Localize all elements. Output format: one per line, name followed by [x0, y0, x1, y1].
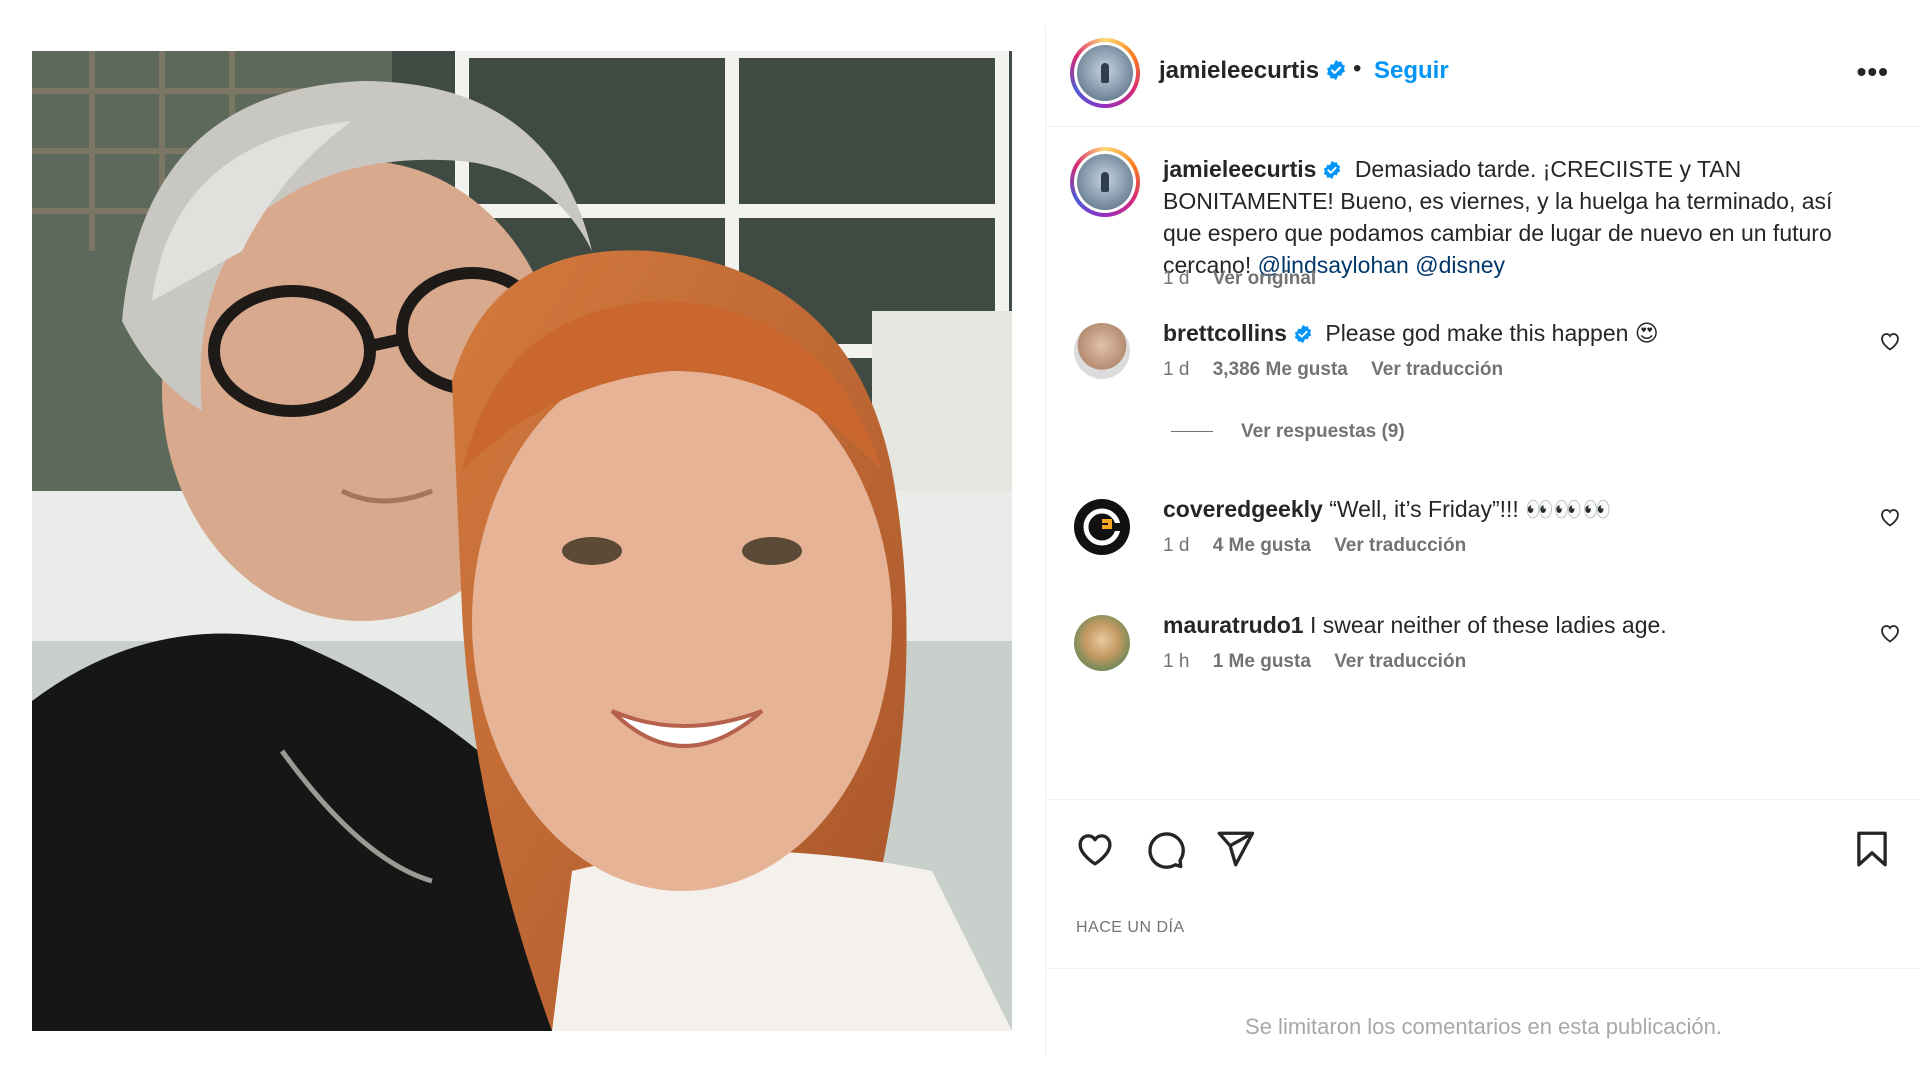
comment-like-heart-icon[interactable]: [1878, 329, 1902, 353]
comment-time: 1 d: [1163, 535, 1190, 556]
separator-dot: •: [1353, 55, 1362, 82]
comment-text-block: coveredgeekly “Well, it’s Friday”!!! 👀👀👀: [1163, 493, 1853, 525]
comment-text: I swear neither of these ladies age.: [1309, 612, 1667, 638]
verified-badge-icon: [1294, 324, 1312, 344]
verified-badge-icon: [1324, 160, 1341, 180]
author-username[interactable]: jamieleecurtis: [1159, 57, 1347, 85]
comment-time: 1 d: [1163, 359, 1190, 380]
caption-text-block: jamieleecurtis Demasiado tarde. ¡CRECIIS…: [1163, 153, 1853, 281]
commenter-avatar[interactable]: [1074, 323, 1130, 379]
coveredgeekly-logo-icon: [1083, 508, 1122, 546]
comment-text-block: brettcollins Please god make this happen…: [1163, 317, 1853, 349]
comment-text: “Well, it’s Friday”!!! 👀👀👀: [1329, 496, 1612, 522]
post-sidebar: jamieleecurtis • Seguir ••• jamieleecurt…: [1045, 26, 1920, 1056]
comment-likes[interactable]: 4 Me gusta: [1213, 535, 1311, 556]
comments-footer: Se limitaron los comentarios en esta pub…: [1046, 968, 1920, 1057]
view-replies-button[interactable]: Ver respuestas (9): [1171, 421, 1405, 443]
caption-author-avatar[interactable]: [1070, 147, 1140, 217]
comment-likes[interactable]: 3,386 Me gusta: [1213, 359, 1348, 380]
post-photo[interactable]: [32, 51, 1012, 1031]
author-avatar[interactable]: [1070, 38, 1140, 108]
replies-line: [1171, 431, 1213, 433]
limited-comments-notice: Se limitaron los comentarios en esta pub…: [1245, 1014, 1722, 1039]
translate-button[interactable]: Ver traducción: [1334, 535, 1466, 556]
post-time-ago[interactable]: HACE UN DÍA: [1076, 919, 1185, 937]
comment-text-block: mauratrudo1 I swear neither of these lad…: [1163, 609, 1853, 641]
comments-section[interactable]: jamieleecurtis Demasiado tarde. ¡CRECIIS…: [1046, 127, 1920, 800]
comment-username[interactable]: coveredgeekly: [1163, 496, 1323, 522]
translate-button[interactable]: Ver traducción: [1371, 359, 1503, 380]
comment-username[interactable]: mauratrudo1: [1163, 612, 1304, 638]
view-replies-label[interactable]: Ver respuestas (9): [1241, 421, 1405, 442]
caption-meta: 1 d Ver original: [1163, 268, 1334, 290]
comment-like-heart-icon[interactable]: [1878, 505, 1902, 529]
caption-username[interactable]: jamieleecurtis: [1163, 156, 1316, 182]
mention-disney[interactable]: @disney: [1415, 252, 1505, 278]
commenter-avatar[interactable]: [1074, 615, 1130, 671]
comment-like-heart-icon[interactable]: [1878, 621, 1902, 645]
commenter-avatar[interactable]: [1074, 499, 1130, 555]
more-options-icon[interactable]: •••: [1857, 56, 1889, 88]
heart-icon[interactable]: [1074, 828, 1116, 870]
action-bar: [1046, 800, 1920, 890]
verified-badge-icon: [1327, 59, 1346, 81]
comment-username[interactable]: brettcollins: [1163, 320, 1287, 346]
paper-plane-icon[interactable]: [1214, 828, 1256, 870]
bookmark-icon[interactable]: [1851, 828, 1893, 870]
selfie-image: [32, 51, 1012, 1031]
comment-time: 1 h: [1163, 651, 1190, 672]
translate-button[interactable]: Ver traducción: [1334, 651, 1466, 672]
author-username-text[interactable]: jamieleecurtis: [1159, 57, 1319, 84]
comment-meta: 1 d 3,386 Me gusta Ver traducción: [1163, 359, 1521, 381]
comment-text: Please god make this happen 😍: [1325, 320, 1659, 346]
comment-meta: 1 h 1 Me gusta Ver traducción: [1163, 651, 1484, 673]
comment-icon[interactable]: [1144, 828, 1186, 870]
follow-button[interactable]: Seguir: [1374, 57, 1449, 85]
post-header: jamieleecurtis • Seguir •••: [1046, 26, 1920, 127]
comment-likes[interactable]: 1 Me gusta: [1213, 651, 1311, 672]
caption-time: 1 d: [1163, 268, 1190, 289]
see-original-button[interactable]: Ver original: [1213, 268, 1316, 289]
comment-meta: 1 d 4 Me gusta Ver traducción: [1163, 535, 1484, 557]
